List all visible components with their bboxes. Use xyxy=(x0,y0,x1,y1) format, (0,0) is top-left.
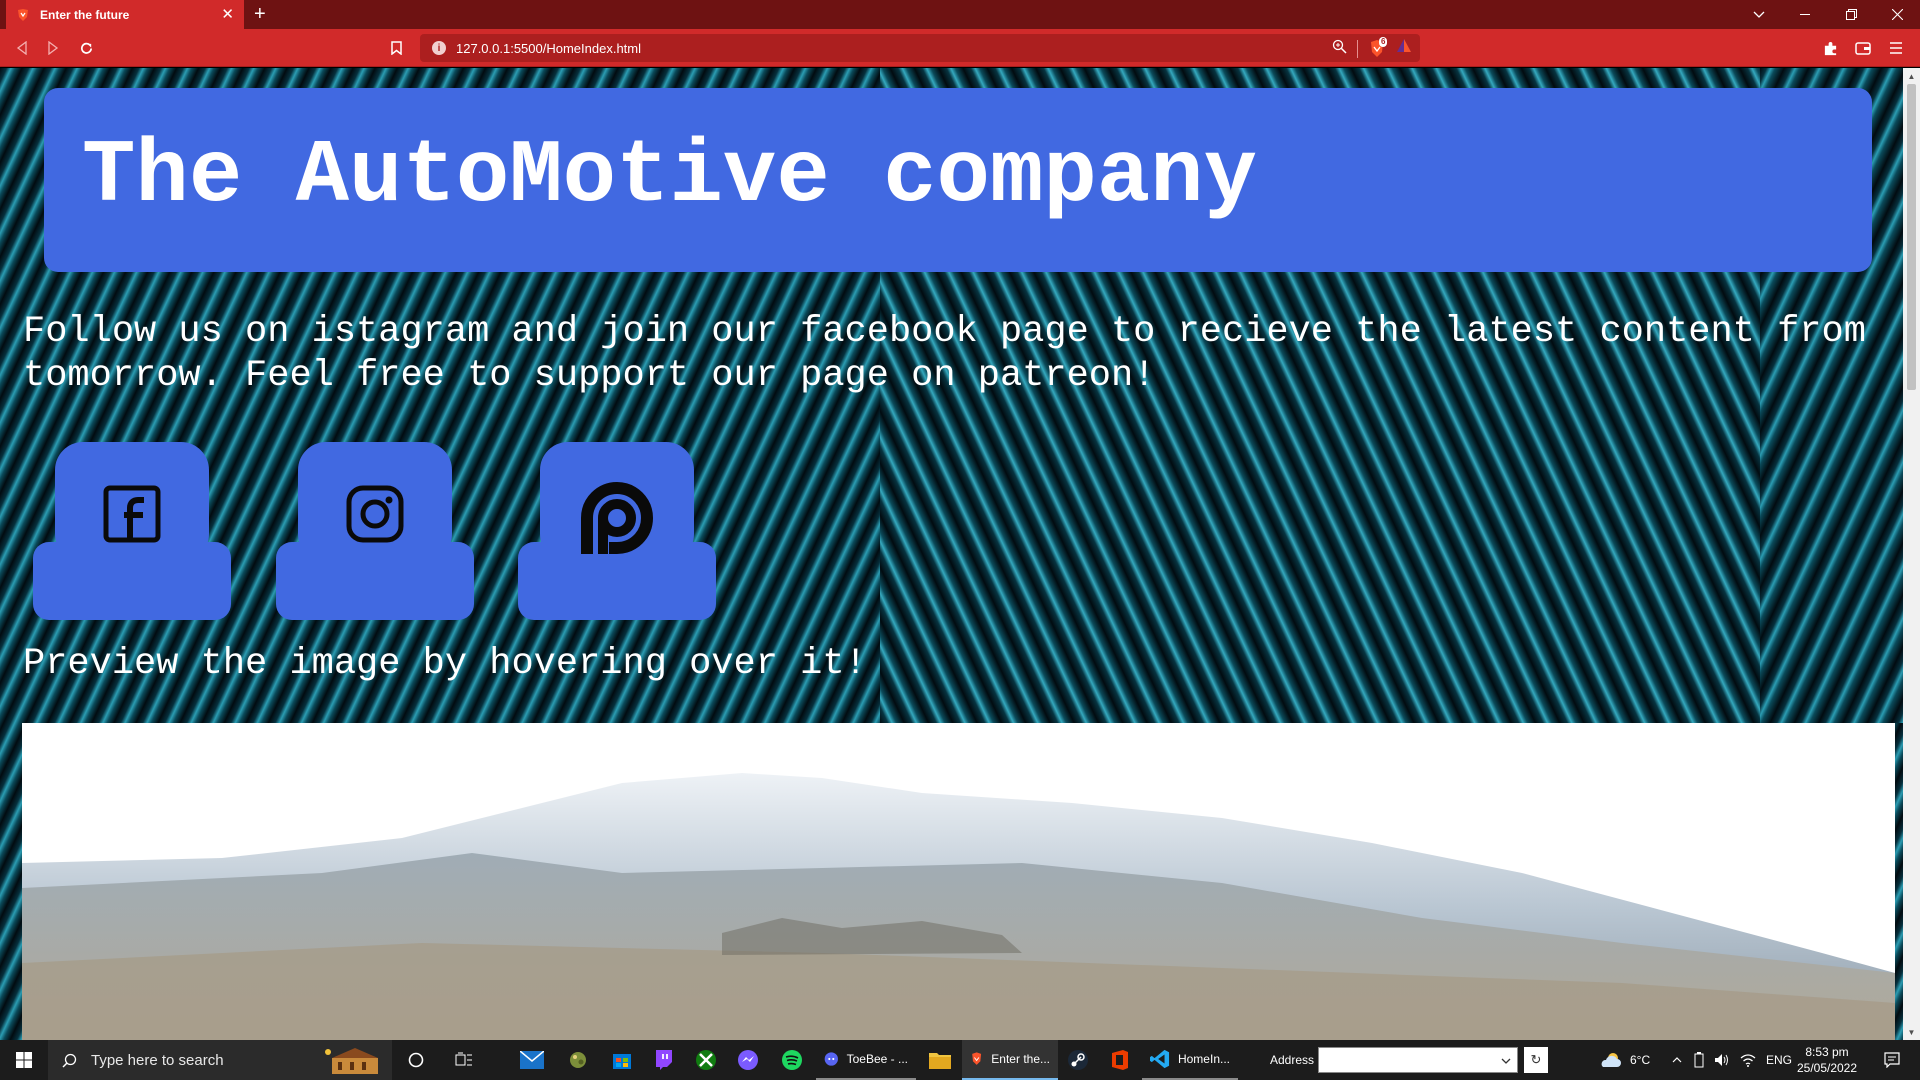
search-placeholder: Type here to search xyxy=(91,1051,224,1069)
address-toolbar-label: Address xyxy=(1270,1053,1315,1067)
search-highlight-icon xyxy=(322,1044,386,1080)
file-explorer-icon[interactable] xyxy=(920,1040,960,1080)
instagram-button-base xyxy=(276,542,474,620)
facebook-button-base xyxy=(33,542,231,620)
tab-enter-the-future[interactable]: Enter the future ✕ xyxy=(6,0,244,29)
facebook-icon xyxy=(103,485,161,543)
address-toolbar-input[interactable] xyxy=(1318,1047,1518,1073)
battery-icon[interactable] xyxy=(1690,1040,1708,1080)
taskbar-discord-app[interactable]: ToeBee - ... xyxy=(816,1040,916,1080)
taskbar-app-label: HomeIn... xyxy=(1177,1052,1230,1066)
back-button[interactable] xyxy=(7,29,37,67)
url-text[interactable]: 127.0.0.1:5500/HomeIndex.html xyxy=(456,41,641,56)
weather-icon[interactable] xyxy=(1598,1040,1624,1080)
brave-shields-icon[interactable]: 6 xyxy=(1368,36,1388,59)
wallet-icon[interactable] xyxy=(1848,29,1878,67)
url-divider xyxy=(1357,39,1358,58)
mail-icon[interactable] xyxy=(512,1040,552,1080)
windows-taskbar: Type here to search ToeBee - ... Enter t… xyxy=(0,1040,1920,1080)
facebook-button[interactable] xyxy=(33,442,231,620)
brave-rewards-icon[interactable] xyxy=(1396,38,1412,59)
xbox-icon[interactable] xyxy=(686,1040,726,1080)
volume-icon[interactable] xyxy=(1712,1040,1732,1080)
extensions-icon[interactable] xyxy=(1815,29,1845,67)
shields-count-badge: 6 xyxy=(1379,36,1388,47)
minimize-button[interactable] xyxy=(1782,0,1828,29)
menu-icon[interactable] xyxy=(1881,29,1911,67)
discord-icon xyxy=(824,1052,838,1066)
weather-temperature[interactable]: 6°C xyxy=(1630,1040,1650,1080)
clock-date: 25/05/2022 xyxy=(1796,1061,1858,1075)
tab-list-chevron-icon[interactable] xyxy=(1736,0,1782,29)
scroll-up-arrow-icon[interactable]: ▲ xyxy=(1903,68,1920,84)
zoom-icon[interactable] xyxy=(1332,39,1347,59)
twitch-icon[interactable] xyxy=(644,1040,684,1080)
taskbar-clock[interactable]: 8:53 pm 25/05/2022 xyxy=(1790,1044,1864,1076)
page-scrollbar[interactable]: ▲ ▼ xyxy=(1903,68,1920,1040)
instagram-icon xyxy=(346,485,404,543)
new-tab-button[interactable]: + xyxy=(254,3,266,25)
mountain-preview-image[interactable] xyxy=(22,723,1895,1040)
taskbar-app-label: ToeBee - ... xyxy=(846,1052,908,1066)
scroll-down-arrow-icon[interactable]: ▼ xyxy=(1903,1024,1920,1040)
taskbar-vscode-app[interactable]: HomeIn... xyxy=(1142,1040,1238,1080)
patreon-button[interactable] xyxy=(518,442,716,620)
forward-button[interactable] xyxy=(38,29,68,67)
steam-icon[interactable] xyxy=(1058,1040,1098,1080)
reload-button[interactable] xyxy=(71,29,101,67)
taskbar-search-box[interactable]: Type here to search xyxy=(48,1040,392,1080)
bookmark-icon[interactable] xyxy=(386,38,406,58)
address-go-refresh-icon[interactable]: ↻ xyxy=(1524,1047,1548,1073)
scroll-thumb[interactable] xyxy=(1907,84,1916,390)
site-info-icon[interactable]: i xyxy=(432,41,446,55)
taskbar-brave-app[interactable]: Enter the... xyxy=(962,1040,1058,1080)
site-header: The AutoMotive company xyxy=(44,88,1872,272)
patreon-icon xyxy=(581,482,653,554)
office-icon[interactable] xyxy=(1100,1040,1140,1080)
cortana-icon[interactable] xyxy=(396,1040,436,1080)
clock-time: 8:53 pm xyxy=(1805,1045,1849,1059)
taskbar-app-label: Enter the... xyxy=(991,1052,1050,1066)
tab-title: Enter the future xyxy=(40,7,130,22)
mountain-landscape-image xyxy=(22,773,1895,1040)
tab-close-icon[interactable]: ✕ xyxy=(221,7,234,22)
windows-start-icon[interactable] xyxy=(0,1040,48,1080)
wifi-icon[interactable] xyxy=(1738,1040,1758,1080)
address-bar[interactable]: i 127.0.0.1:5500/HomeIndex.html 6 xyxy=(420,34,1420,62)
search-icon xyxy=(62,1053,77,1068)
browser-toolbar: i 127.0.0.1:5500/HomeIndex.html 6 xyxy=(0,29,1920,67)
vscode-icon xyxy=(1150,1049,1170,1069)
chevron-down-icon[interactable] xyxy=(1501,1052,1511,1070)
close-window-button[interactable] xyxy=(1874,0,1920,29)
instagram-button[interactable] xyxy=(276,442,474,620)
spotify-icon[interactable] xyxy=(772,1040,812,1080)
brave-favicon-icon xyxy=(16,8,30,22)
page-viewport: The AutoMotive company Follow us on ista… xyxy=(0,68,1903,1040)
notifications-icon[interactable] xyxy=(1872,1040,1912,1080)
page-title: The AutoMotive company xyxy=(82,126,1257,227)
game-app-icon[interactable] xyxy=(558,1040,598,1080)
tab-bar: Enter the future ✕ + xyxy=(0,0,1920,29)
messenger-icon[interactable] xyxy=(728,1040,768,1080)
input-language[interactable]: ENG xyxy=(1766,1040,1792,1080)
follow-us-text: Follow us on istagram and join our faceb… xyxy=(23,311,1866,397)
brave-icon xyxy=(972,1052,982,1065)
microsoft-store-icon[interactable] xyxy=(602,1040,642,1080)
tray-chevron-up-icon[interactable] xyxy=(1668,1040,1686,1080)
preview-hint-text: Preview the image by hovering over it! xyxy=(23,643,867,685)
restore-button[interactable] xyxy=(1828,0,1874,29)
task-view-icon[interactable] xyxy=(444,1040,484,1080)
